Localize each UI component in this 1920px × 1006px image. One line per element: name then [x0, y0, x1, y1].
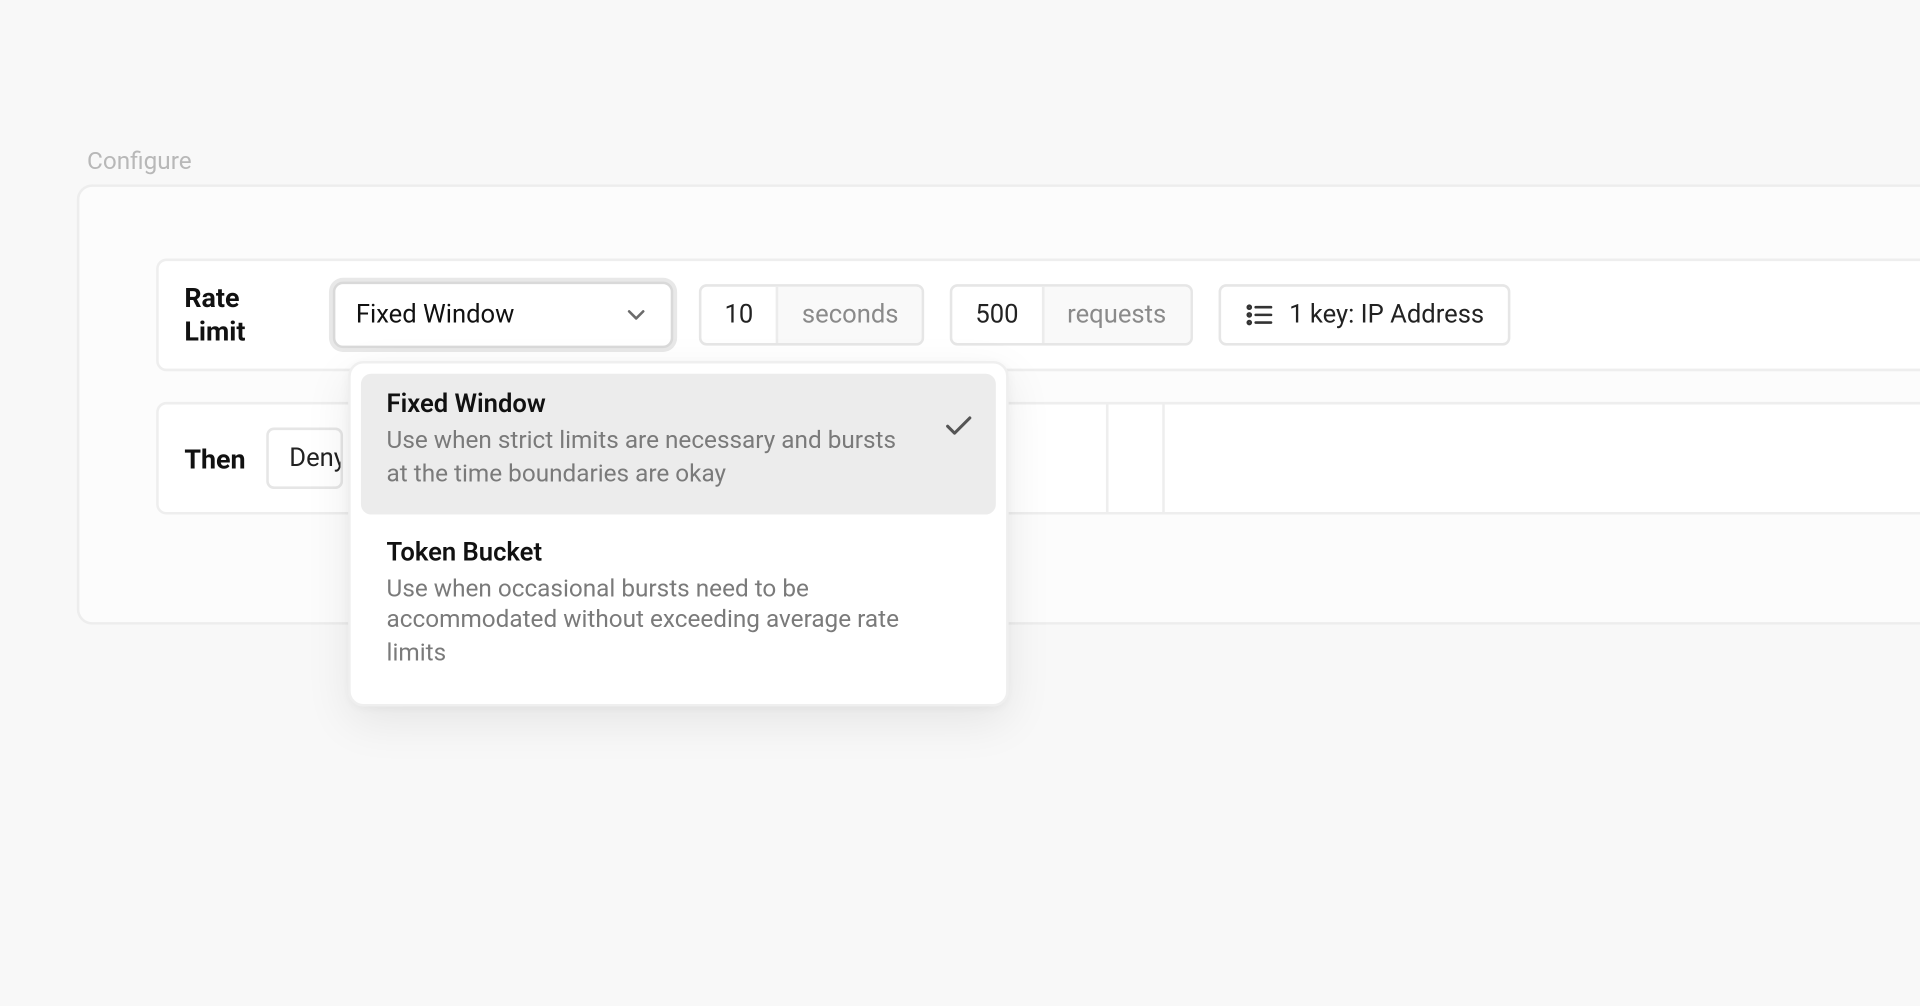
divider: [1162, 404, 1165, 512]
window-input-group: 10 seconds: [699, 284, 924, 345]
dropdown-option-desc: Use when occasional bursts need to be ac…: [387, 575, 971, 673]
count-input-group: 500 requests: [950, 284, 1192, 345]
algorithm-select[interactable]: Fixed Window: [333, 282, 673, 349]
check-icon: [942, 410, 975, 443]
then-label: Then: [184, 442, 240, 475]
window-unit-label: seconds: [776, 287, 921, 343]
dropdown-option-title: Fixed Window: [387, 392, 971, 420]
list-icon: [1243, 300, 1274, 331]
count-unit-label: requests: [1042, 287, 1190, 343]
chevron-down-icon: [622, 301, 650, 329]
dropdown-option-title: Token Bucket: [387, 539, 971, 567]
algorithm-dropdown: Fixed Window Use when strict limits are …: [348, 361, 1008, 707]
key-selector-button[interactable]: 1 key: IP Address: [1217, 284, 1509, 345]
action-select[interactable]: Deny: [266, 428, 343, 489]
section-label: Configure: [87, 148, 192, 176]
algorithm-select-value: Fixed Window: [356, 301, 515, 329]
rate-limit-row: Rate Limit Fixed Window 10 seconds 500 r…: [156, 259, 1920, 372]
divider: [1106, 404, 1109, 512]
window-value-input[interactable]: 10: [701, 287, 776, 343]
dropdown-option-token-bucket[interactable]: Token Bucket Use when occasional bursts …: [361, 521, 996, 694]
dropdown-option-fixed-window[interactable]: Fixed Window Use when strict limits are …: [361, 374, 996, 514]
count-value-input[interactable]: 500: [952, 287, 1041, 343]
dropdown-option-desc: Use when strict limits are necessary and…: [387, 428, 971, 494]
rate-limit-label: Rate Limit: [184, 282, 307, 349]
key-chip-text: 1 key: IP Address: [1289, 301, 1484, 329]
